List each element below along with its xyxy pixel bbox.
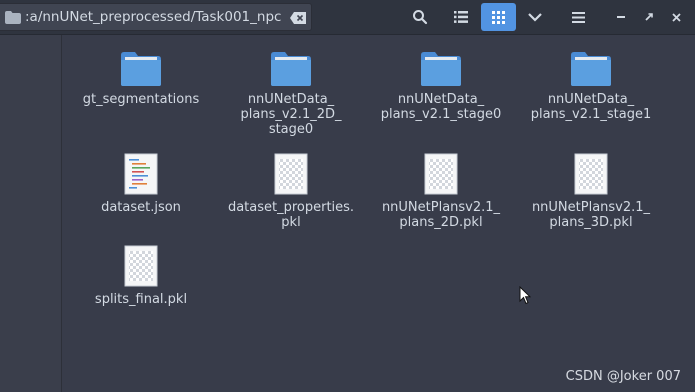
file-item-splits-final[interactable]: splits_final.pkl xyxy=(66,245,216,307)
search-button[interactable] xyxy=(405,3,435,31)
json-file-icon xyxy=(124,153,158,195)
menu-button[interactable] xyxy=(563,3,593,31)
header-bar: :a/nnUNet_preprocessed/Task001_npc xyxy=(0,0,695,35)
minimize-button[interactable] xyxy=(610,3,632,31)
clear-path-icon[interactable] xyxy=(290,12,306,24)
location-path[interactable]: :a/nnUNet_preprocessed/Task001_npc xyxy=(25,9,287,26)
pkl-file-icon xyxy=(574,153,608,195)
file-item-plans-3d[interactable]: nnUNetPlansv2.1_ plans_3D.pkl xyxy=(516,153,666,230)
file-item-nnunetdata-stage1[interactable]: nnUNetData_ plans_v2.1_stage1 xyxy=(516,51,666,122)
file-label: dataset_properties. pkl xyxy=(227,200,355,230)
maximize-icon xyxy=(645,13,653,21)
file-label: nnUNetData_ plans_v2.1_stage1 xyxy=(530,92,652,122)
file-label: dataset.json xyxy=(101,200,181,215)
mouse-cursor-icon xyxy=(519,286,531,305)
list-view-icon xyxy=(454,11,468,23)
hamburger-menu-icon xyxy=(571,11,585,23)
file-label: splits_final.pkl xyxy=(94,292,188,307)
folder-icon xyxy=(5,11,21,24)
watermark: CSDN @Joker 007 xyxy=(565,369,681,384)
folder-icon xyxy=(571,52,611,86)
file-label: gt_segmentations xyxy=(82,92,200,107)
pkl-file-icon xyxy=(274,153,308,195)
list-view-button[interactable] xyxy=(446,3,476,31)
file-item-nnunetdata-2d-stage0[interactable]: nnUNetData_ plans_v2.1_2D_ stage0 xyxy=(216,51,366,137)
search-icon xyxy=(413,10,428,25)
view-options-button[interactable] xyxy=(520,3,550,31)
folder-icon xyxy=(121,52,161,86)
file-label: nnUNetData_ plans_v2.1_2D_ stage0 xyxy=(240,92,342,137)
file-item-gt-segmentations[interactable]: gt_segmentations xyxy=(66,51,216,107)
file-item-dataset-json[interactable]: dataset.json xyxy=(66,153,216,215)
sidebar xyxy=(0,35,62,392)
folder-icon xyxy=(421,52,461,86)
pkl-file-icon xyxy=(124,245,158,287)
file-label: nnUNetData_ plans_v2.1_stage0 xyxy=(380,92,502,122)
pkl-file-icon xyxy=(424,153,458,195)
file-item-nnunetdata-stage0[interactable]: nnUNetData_ plans_v2.1_stage0 xyxy=(366,51,516,122)
grid-view-icon xyxy=(492,10,505,24)
chevron-down-icon xyxy=(528,13,542,22)
close-button[interactable] xyxy=(665,3,687,31)
minimize-icon xyxy=(617,16,625,18)
file-grid: gt_segmentations nnUNetData_ plans_v2.1_… xyxy=(62,35,695,392)
close-icon xyxy=(671,12,681,22)
file-item-dataset-properties[interactable]: dataset_properties. pkl xyxy=(216,153,366,230)
location-bar[interactable]: :a/nnUNet_preprocessed/Task001_npc xyxy=(0,3,312,31)
folder-icon xyxy=(271,52,311,86)
file-item-plans-2d[interactable]: nnUNetPlansv2.1_ plans_2D.pkl xyxy=(366,153,516,230)
file-label: nnUNetPlansv2.1_ plans_3D.pkl xyxy=(531,200,651,230)
file-label: nnUNetPlansv2.1_ plans_2D.pkl xyxy=(381,200,501,230)
maximize-button[interactable] xyxy=(638,3,660,31)
grid-view-button[interactable] xyxy=(481,3,516,31)
